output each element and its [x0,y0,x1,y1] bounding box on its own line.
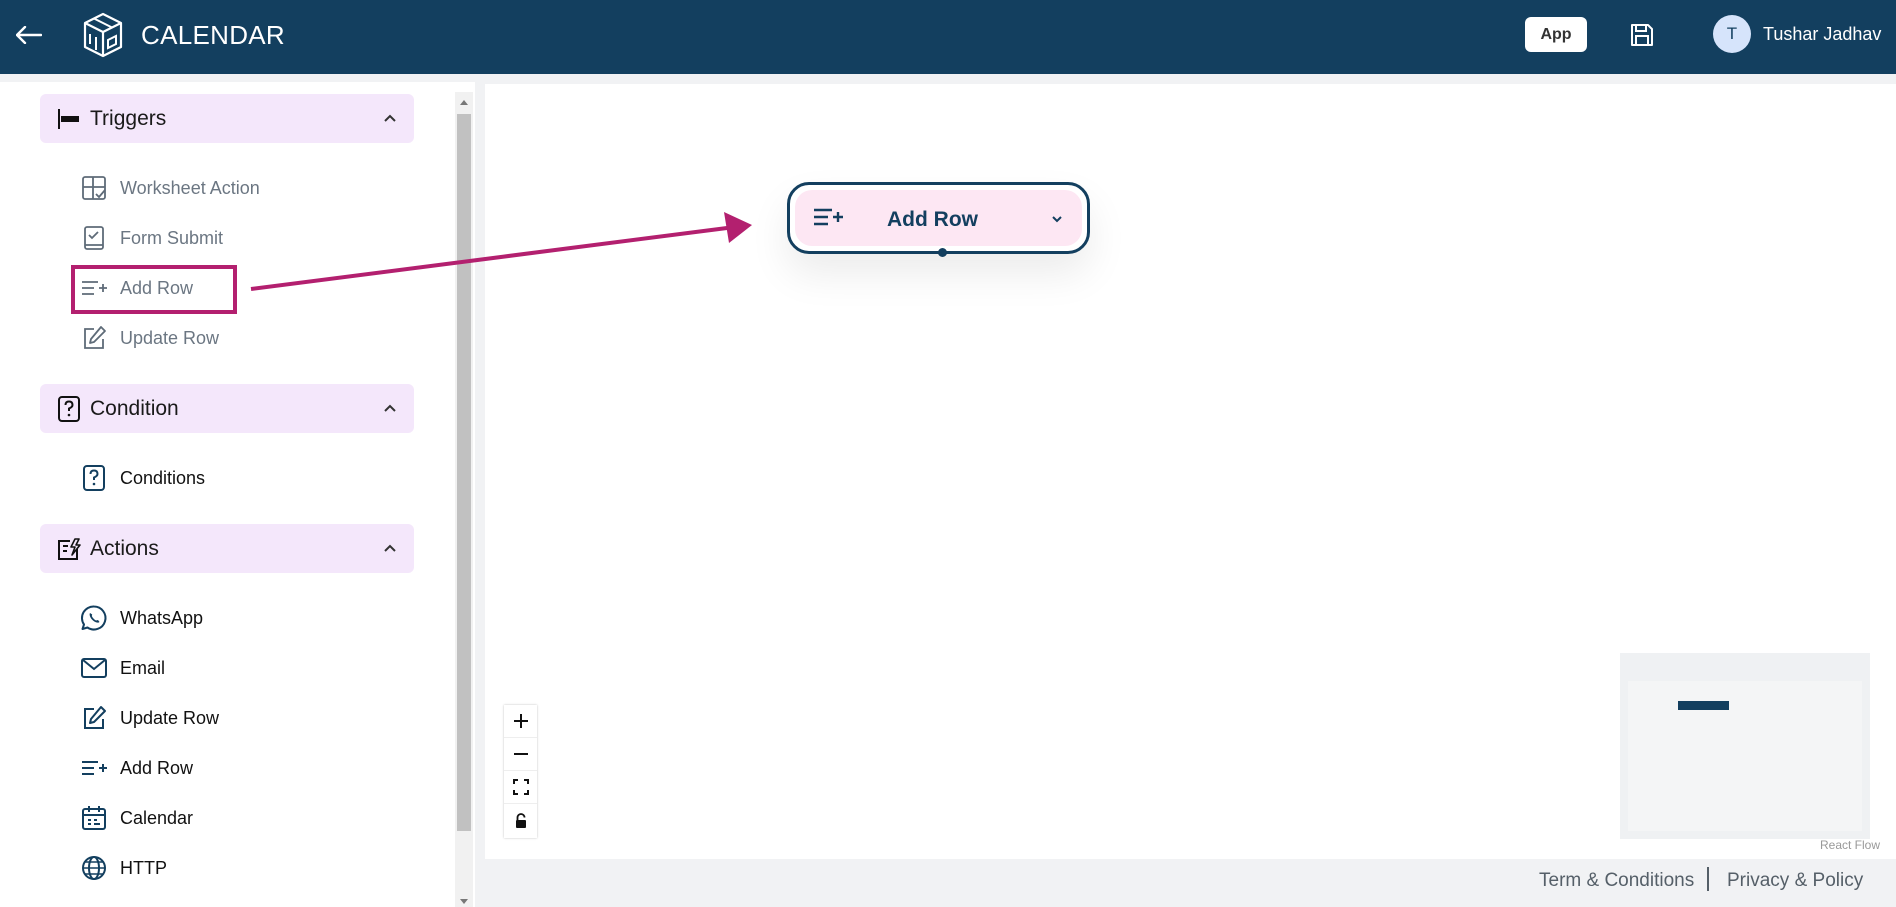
condition-icon [56,396,82,422]
sidebar-item-worksheet-action[interactable]: Worksheet Action [80,170,340,206]
flow-node-label: Add Row [887,208,978,231]
sidebar-item-email[interactable]: Email [80,650,340,686]
sidebar-scrollbar[interactable] [455,92,473,907]
minimap[interactable] [1620,653,1870,839]
footer-divider [1707,867,1709,891]
form-submit-icon [80,224,108,252]
section-header-condition[interactable]: Condition [40,384,414,433]
condition-icon [80,464,108,492]
chevron-up-icon[interactable] [382,111,398,127]
trigger-icon [56,106,82,132]
terms-link[interactable]: Term & Conditions [1539,870,1694,892]
globe-icon [80,854,108,882]
highlight-box [71,265,237,314]
sidebar-item-label: Form Submit [120,227,224,248]
sidebar-item-form-submit[interactable]: Form Submit [80,220,340,256]
minimap-viewport[interactable] [1628,681,1862,831]
node-connection-handle[interactable] [938,248,947,257]
edit-icon [80,324,108,352]
minimap-node [1678,701,1729,710]
sidebar-item-label: Update Row [120,327,220,348]
back-arrow-icon[interactable] [12,20,46,50]
sidebar-item-update-row-action[interactable]: Update Row [80,700,340,736]
sidebar-item-label: Update Row [120,707,220,728]
chevron-up-icon[interactable] [382,401,398,417]
sidebar-item-label: Conditions [120,467,206,488]
actions-icon [56,536,82,562]
section-label: Condition [90,397,179,420]
sidebar-item-http[interactable]: HTTP [80,850,340,886]
section-label: Triggers [90,107,167,130]
flow-node-add-row[interactable]: Add Row [787,182,1090,257]
sidebar-item-update-row[interactable]: Update Row [80,320,340,356]
chevron-down-icon[interactable] [1050,212,1064,226]
whatsapp-icon [80,604,108,632]
add-row-icon [813,205,843,231]
chevron-up-icon[interactable] [382,541,398,557]
scroll-down-arrow-icon[interactable] [460,899,468,904]
flow-node-body[interactable]: Add Row [795,190,1082,257]
app-title: CALENDAR [141,20,285,50]
flow-controls [504,705,537,838]
sidebar-item-label: Worksheet Action [120,177,260,198]
lock-icon[interactable] [504,804,537,837]
sidebar-item-add-row-action[interactable]: Add Row [80,750,340,786]
sidebar: Triggers Worksheet Action Form Submit Ad… [0,82,475,907]
privacy-link[interactable]: Privacy & Policy [1727,870,1863,892]
edit-icon [80,704,108,732]
app-button[interactable]: App [1525,17,1587,52]
sidebar-item-label: Calendar [120,807,194,828]
save-icon[interactable] [1626,18,1658,52]
sidebar-item-label: WhatsApp [120,607,204,628]
section-header-triggers[interactable]: Triggers [40,94,414,143]
sidebar-item-label: HTTP [120,857,167,878]
calendar-icon [80,804,108,832]
section-label: Actions [90,537,159,560]
top-bar: CALENDAR App T Tushar Jadhav [0,0,1896,74]
section-header-actions[interactable]: Actions [40,524,414,573]
scrollbar-thumb[interactable] [457,114,471,831]
react-flow-attribution[interactable]: React Flow [1820,838,1880,852]
sidebar-item-label: Add Row [120,757,194,778]
fit-view-icon[interactable] [504,771,537,804]
worksheet-action-icon [80,174,108,202]
scroll-up-arrow-icon[interactable] [460,100,468,105]
user-name[interactable]: Tushar Jadhav [1763,24,1881,45]
add-row-icon [80,754,108,782]
sidebar-item-whatsapp[interactable]: WhatsApp [80,600,340,636]
zoom-in-icon[interactable] [504,705,537,738]
email-icon [80,654,108,682]
avatar[interactable]: T [1713,15,1751,53]
zoom-out-icon[interactable] [504,738,537,771]
sidebar-item-label: Email [120,657,166,678]
sidebar-item-conditions[interactable]: Conditions [80,460,340,496]
sidebar-item-calendar[interactable]: Calendar [80,800,340,836]
logo-icon [82,12,124,58]
